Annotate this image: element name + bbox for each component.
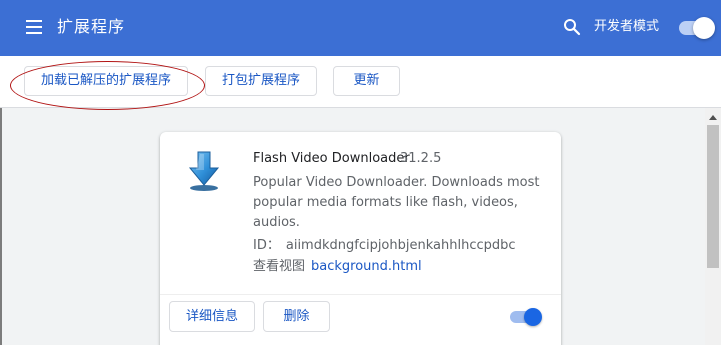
background-page-link[interactable]: background.html: [311, 259, 422, 274]
extension-id-value: aiimdkdngfcipjohbjenkahhlhccpdbc: [285, 238, 516, 253]
window-left-edge: [0, 108, 2, 345]
search-icon[interactable]: [562, 17, 582, 37]
extensions-toolbar: 加载已解压的扩展程序 打包扩展程序 更新: [0, 56, 721, 108]
details-button[interactable]: 详细信息: [169, 301, 255, 332]
inspect-views-row: 查看视图 background.html: [253, 258, 422, 275]
extensions-page: 扩展程序 开发者模式 加载已解压的扩展程序 打包扩展程序 更新 Flash Vi…: [0, 0, 721, 345]
load-unpacked-button[interactable]: 加载已解压的扩展程序: [24, 66, 188, 96]
inspect-views-label: 查看视图: [253, 259, 306, 274]
toggle-knob: [693, 17, 715, 39]
download-arrow-icon: [187, 150, 221, 192]
extension-id-row: ID： aiimdkdngfcipjohbjenkahhlhccpdbc: [253, 237, 516, 254]
pack-extension-button[interactable]: 打包扩展程序: [205, 66, 317, 96]
page-title: 扩展程序: [57, 17, 126, 36]
update-button[interactable]: 更新: [333, 66, 400, 96]
remove-button[interactable]: 删除: [263, 301, 330, 332]
developer-mode-toggle[interactable]: [679, 17, 715, 39]
vertical-scrollbar[interactable]: [705, 108, 721, 345]
scroll-up-arrow-icon[interactable]: [709, 115, 717, 120]
hamburger-menu-icon[interactable]: [24, 18, 46, 38]
top-app-bar: 扩展程序 开发者模式: [0, 0, 721, 56]
card-divider: [160, 294, 561, 295]
extension-version: 31.2.5: [400, 151, 442, 166]
extension-id-label: ID：: [253, 238, 280, 253]
toggle-knob: [524, 308, 542, 326]
extension-card: Flash Video Downloader 31.2.5 Popular Vi…: [160, 132, 561, 345]
extension-name: Flash Video Downloader: [253, 151, 410, 166]
scrollbar-thumb[interactable]: [707, 125, 719, 268]
extension-description: Popular Video Downloader. Downloads most…: [253, 175, 540, 230]
extension-enable-toggle[interactable]: [510, 308, 542, 326]
developer-mode-label: 开发者模式: [594, 19, 660, 34]
